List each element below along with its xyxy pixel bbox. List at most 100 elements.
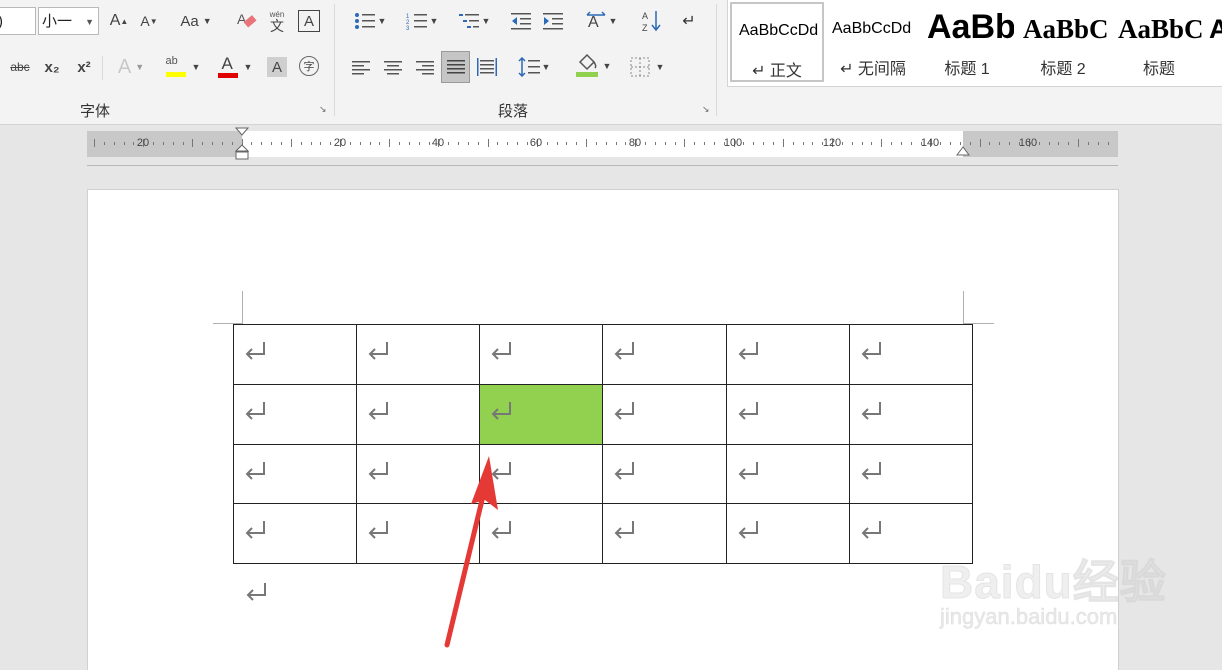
style-preview: AaBbC xyxy=(1023,14,1109,44)
chinese-layout-button[interactable]: A ▼ xyxy=(580,8,622,34)
style-more[interactable]: A xyxy=(1206,2,1222,82)
style-name: ↵ 正文 xyxy=(752,63,802,80)
shading-color-bar xyxy=(575,72,598,77)
style-heading-1[interactable]: AaBb 标题 1 xyxy=(920,2,1014,82)
font-name-combo[interactable]: ) xyxy=(0,7,36,35)
ruler-tick xyxy=(605,142,607,145)
indent-marker-icon[interactable] xyxy=(235,127,249,161)
grow-font-button[interactable]: A ▲ xyxy=(108,10,130,32)
paragraph-dialog-launcher-icon[interactable]: ↘ xyxy=(702,104,712,114)
multilevel-list-button[interactable]: ▼ xyxy=(452,9,496,33)
style-no-spacing[interactable]: AaBbCcDd ↵ 无间隔 xyxy=(826,2,920,82)
ruler-tick xyxy=(330,142,332,145)
ruler-tick xyxy=(477,142,479,145)
shading-button[interactable]: ▼ xyxy=(570,52,616,80)
phonetic-guide-button[interactable]: wén 文 xyxy=(264,8,290,36)
table-cell[interactable] xyxy=(848,383,974,445)
character-shading-icon: A xyxy=(271,58,282,76)
bullet-list-icon xyxy=(354,13,375,29)
bullets-button[interactable]: ▼ xyxy=(348,9,392,33)
align-right-icon xyxy=(416,61,434,75)
style-title[interactable]: AaBbC 标题 xyxy=(1112,2,1206,82)
superscript-button[interactable]: x² xyxy=(72,56,96,78)
paragraph-mark-icon xyxy=(738,401,758,420)
style-normal[interactable]: AaBbCcDd ↵ 正文 xyxy=(730,2,824,82)
table-cell[interactable] xyxy=(232,383,358,445)
horizontal-ruler[interactable]: 20 20 40 60 80 100 120 140 160 xyxy=(87,127,1118,160)
ruler-tick xyxy=(320,142,322,145)
numbered-list-icon: 1 2 3 xyxy=(406,14,427,30)
ruler-tick xyxy=(940,142,942,145)
show-marks-button[interactable]: ↵ xyxy=(676,9,702,33)
table-cell[interactable] xyxy=(356,324,481,385)
table-cell[interactable] xyxy=(848,324,974,385)
ruler-tick xyxy=(517,142,519,145)
ruler-tick xyxy=(1078,139,1079,147)
align-center-button[interactable] xyxy=(380,56,406,80)
character-shading-button[interactable]: A xyxy=(267,57,287,77)
ruler-tick xyxy=(94,139,95,147)
justify-button[interactable] xyxy=(441,51,470,83)
character-border-button[interactable]: A xyxy=(298,10,320,32)
change-case-button[interactable]: Aa ▼ xyxy=(174,10,218,32)
shrink-font-button[interactable]: A ▼ xyxy=(138,10,160,32)
enclose-characters-button[interactable]: 字 xyxy=(299,56,319,76)
right-indent-marker-icon[interactable] xyxy=(956,145,970,157)
styles-gallery: AaBbCcDd ↵ 正文 AaBbCcDd ↵ 无间隔 AaBb 标题 1 A… xyxy=(727,0,1222,87)
table-cell[interactable] xyxy=(602,503,727,564)
distributed-button[interactable] xyxy=(474,54,500,80)
style-heading-2[interactable]: AaBbC 标题 2 xyxy=(1016,2,1110,82)
subscript-button[interactable]: x₂ xyxy=(40,56,64,78)
text-effects-button[interactable]: A ▼ xyxy=(110,55,152,79)
table-cell[interactable] xyxy=(848,443,974,505)
paragraph-mark-icon xyxy=(738,342,758,360)
numbering-button[interactable]: 1 2 3 ▼ xyxy=(400,9,444,33)
increase-indent-button[interactable] xyxy=(540,9,566,33)
font-size-combo[interactable]: 小一 ▼ xyxy=(38,7,99,35)
table-cell[interactable] xyxy=(725,324,850,385)
clear-formatting-button[interactable]: A xyxy=(234,9,260,33)
font-dialog-launcher-icon[interactable]: ↘ xyxy=(319,104,329,114)
table-cell[interactable] xyxy=(725,443,850,505)
table-cell[interactable] xyxy=(725,503,850,564)
align-left-button[interactable] xyxy=(348,56,374,80)
table-cell[interactable] xyxy=(725,383,850,445)
sort-button[interactable]: A Z xyxy=(640,8,664,34)
ruler-tick xyxy=(113,142,115,145)
table-cell[interactable] xyxy=(356,383,481,445)
table-cell[interactable] xyxy=(232,443,358,505)
font-color-button[interactable]: A ▼ xyxy=(212,54,256,80)
font-color-icon: A xyxy=(221,54,233,73)
ruler-tick xyxy=(1107,142,1109,145)
paragraph-mark-icon xyxy=(245,342,265,360)
chevron-down-icon: ▼ xyxy=(429,16,439,26)
paragraph-mark-icon xyxy=(615,342,635,360)
paragraph-mark-icon xyxy=(368,342,389,360)
group-separator xyxy=(716,4,717,116)
ruler-tick xyxy=(891,142,892,145)
align-right-button[interactable] xyxy=(412,56,438,80)
table-cell[interactable] xyxy=(602,324,727,385)
increase-indent-icon xyxy=(543,13,563,30)
ruler-tick xyxy=(684,139,686,147)
table-cell[interactable] xyxy=(602,383,727,445)
chevron-down-icon: ▼ xyxy=(608,16,618,26)
table-cell[interactable] xyxy=(232,324,358,385)
highlight-color-button[interactable]: ab ▼ xyxy=(160,54,204,80)
table-row xyxy=(232,503,974,564)
strikethrough-button[interactable]: abc xyxy=(6,56,34,78)
paragraph-mark-icon xyxy=(368,401,389,420)
table-cell[interactable] xyxy=(479,324,604,385)
ruler-tick xyxy=(290,139,292,147)
table-cell[interactable] xyxy=(232,503,358,564)
borders-button[interactable]: ▼ xyxy=(624,54,670,80)
table-cell-highlighted[interactable] xyxy=(479,383,604,445)
table-cell[interactable] xyxy=(602,443,727,505)
ribbon: ) 小一 ▼ A▲ A▼ Aa▼ A wén 文 A abc x₂ x² A▼ … xyxy=(0,0,1222,125)
decrease-indent-button[interactable] xyxy=(508,9,534,33)
line-spacing-button[interactable]: ▼ xyxy=(512,54,556,80)
ruler-tick xyxy=(399,142,400,145)
document-table[interactable] xyxy=(232,324,974,564)
highlight-color-bar xyxy=(165,72,186,77)
paragraph-mark-icon xyxy=(491,401,512,420)
